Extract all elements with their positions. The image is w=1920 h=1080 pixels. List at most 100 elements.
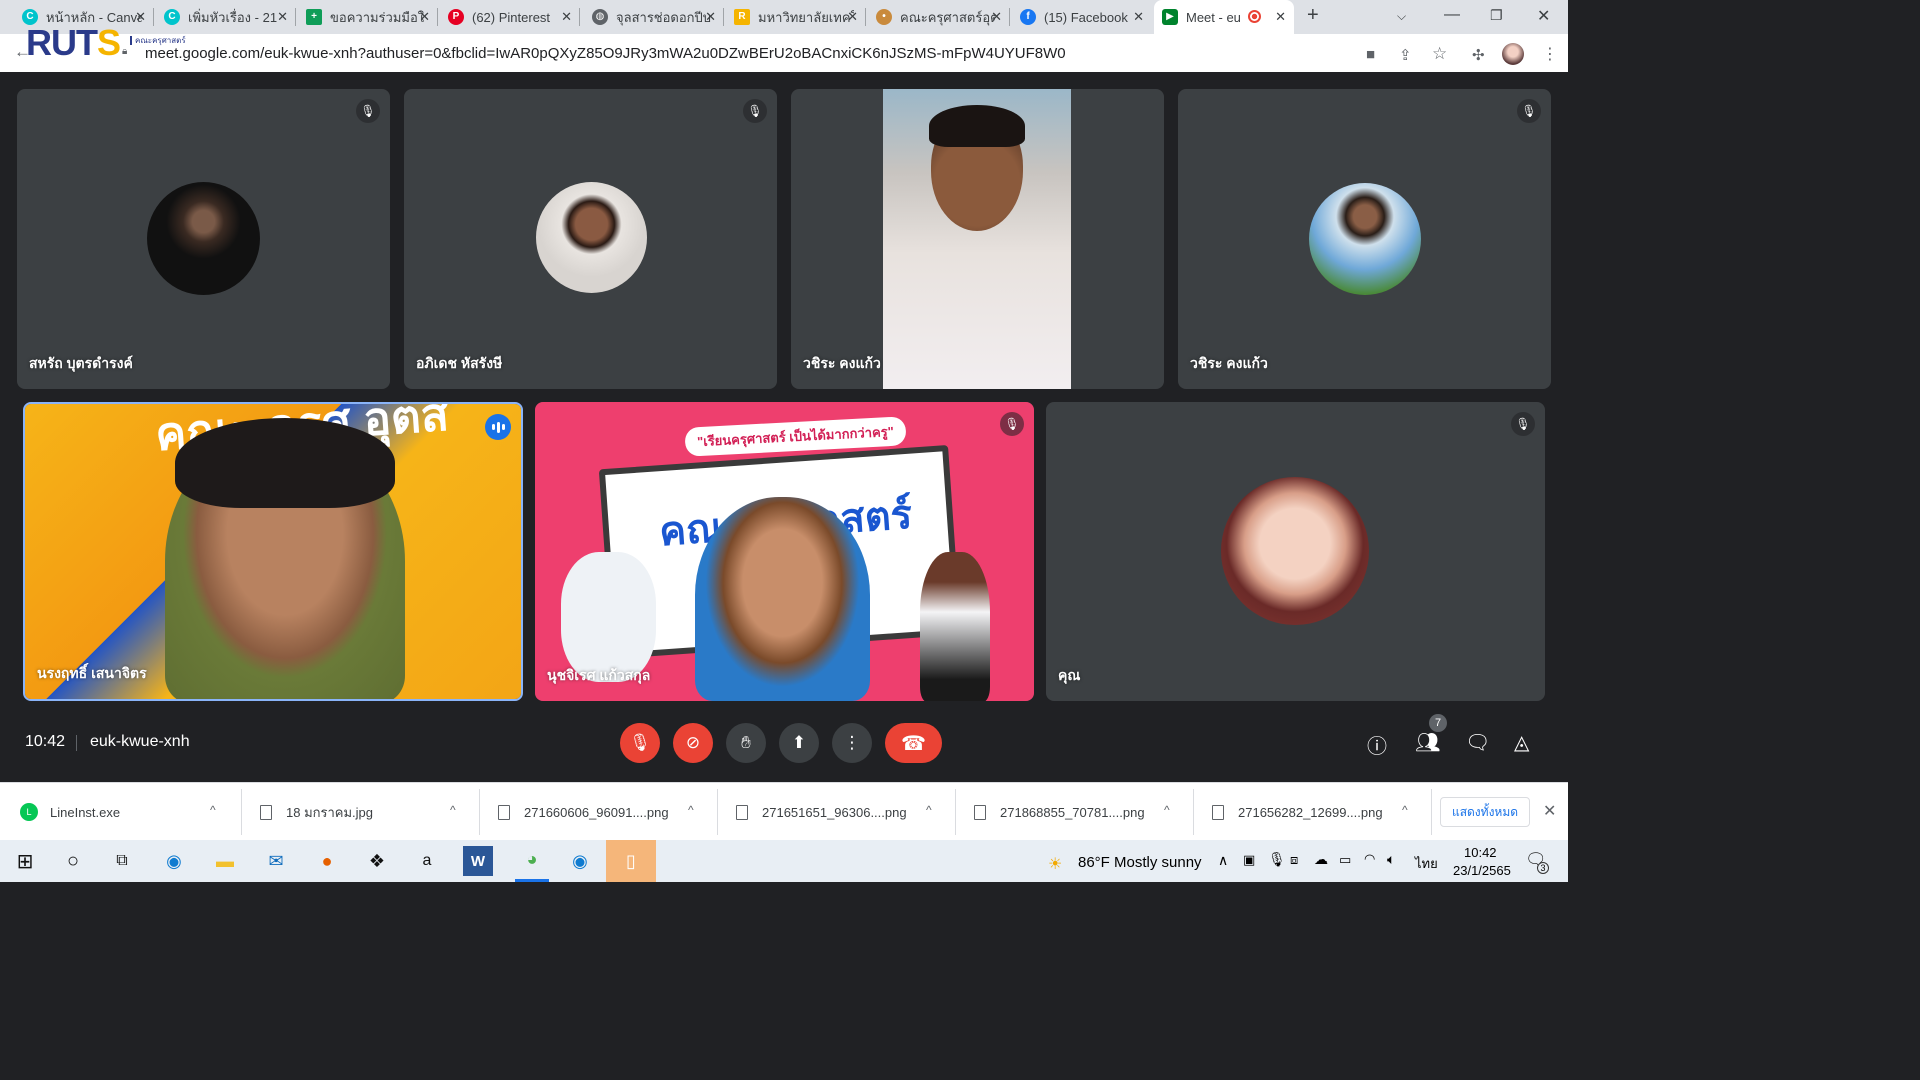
chevron-up-icon[interactable]: ^ <box>1402 803 1408 817</box>
participant-tile[interactable]: "เรียนครุศาสตร์ เป็นได้มากกว่าครู" คณะคร… <box>535 402 1034 701</box>
firefox-icon[interactable]: ● <box>312 846 342 876</box>
mic-toggle-button[interactable]: 🎙︎ <box>620 723 660 763</box>
tab-title: (15) Facebook <box>1044 9 1128 25</box>
onedrive-icon[interactable]: ☁ <box>1314 851 1328 868</box>
taskbar-time[interactable]: 10:42 <box>1464 845 1497 860</box>
download-item[interactable]: 271660606_96091....png ^ <box>498 783 708 841</box>
download-item[interactable]: 18 มกราคม.jpg ^ <box>260 783 470 841</box>
browser-tab[interactable]: f (15) Facebook ✕ <box>1012 0 1152 34</box>
participant-tile[interactable]: 🎙︎ วชิระ คงแก้ว <box>1178 89 1551 389</box>
camera-icon[interactable]: ■ <box>1366 46 1375 63</box>
wifi-icon[interactable]: ◠ <box>1364 851 1375 867</box>
people-count-badge: 7 <box>1429 714 1447 732</box>
dropbox-icon[interactable]: ❖ <box>362 846 392 876</box>
show-all-downloads-button[interactable]: แสดงทั้งหมด <box>1440 797 1530 827</box>
line-app-icon: L <box>20 803 38 821</box>
activities-icon[interactable]: ◬ <box>1514 730 1529 755</box>
speaking-indicator-icon <box>485 414 511 440</box>
amazon-icon[interactable]: a <box>412 846 442 876</box>
close-icon[interactable]: ✕ <box>1133 9 1144 25</box>
battery-icon[interactable]: ▭ <box>1339 852 1351 868</box>
present-button[interactable]: ⬆ <box>779 723 819 763</box>
close-icon[interactable]: ✕ <box>1275 9 1286 25</box>
close-icon[interactable]: ✕ <box>277 9 288 25</box>
download-filename: 271868855_70781....png <box>1000 804 1145 820</box>
participant-tile[interactable]: 🎙︎ อภิเดช หัสรังษี <box>404 89 777 389</box>
close-icon[interactable]: ✕ <box>705 9 716 25</box>
close-shelf-icon[interactable]: ✕ <box>1543 801 1556 821</box>
file-explorer-icon[interactable]: ▬ <box>210 846 240 876</box>
more-options-button[interactable]: ⋮ <box>832 723 872 763</box>
download-item[interactable]: 271656282_12699....png ^ <box>1212 783 1422 841</box>
edge-dev-icon[interactable]: ◉ <box>565 846 595 876</box>
share-icon[interactable]: ⇪ <box>1399 46 1412 64</box>
download-item[interactable]: 271651651_96306....png ^ <box>736 783 946 841</box>
taskbar-date[interactable]: 23/1/2565 <box>1453 863 1511 878</box>
chevron-up-icon[interactable]: ^ <box>450 803 456 817</box>
leave-call-button[interactable]: ☎︎ <box>885 723 942 763</box>
browser-tab[interactable]: • คณะครุศาสตร์อุต ✕ <box>868 0 1010 34</box>
tab-search-icon[interactable]: ⌵ <box>1397 9 1406 24</box>
browser-tab[interactable]: ◍ จุลสารช่อดอกปีบ ✕ <box>584 0 724 34</box>
participant-video: คณะ ครุศ อุตส <box>25 404 521 699</box>
profile-avatar[interactable] <box>1502 43 1524 65</box>
url-field[interactable]: meet.google.com/euk-kwue-xnh?authuser=0&… <box>145 45 1066 62</box>
language-indicator[interactable]: ไทย <box>1415 853 1438 874</box>
notepad-icon[interactable]: ▯ <box>606 840 656 882</box>
chevron-up-icon[interactable]: ^ <box>926 803 932 817</box>
close-icon[interactable]: ✕ <box>419 9 430 25</box>
browser-tab[interactable]: + ขอความร่วมมือใน ✕ <box>298 0 438 34</box>
camera-toggle-button[interactable]: ⊘ <box>673 723 713 763</box>
chevron-up-icon[interactable]: ^ <box>688 803 694 817</box>
close-icon[interactable]: ✕ <box>561 9 572 25</box>
task-view-icon[interactable]: ⧉ <box>107 846 137 876</box>
search-icon[interactable]: ○ <box>58 846 88 876</box>
participant-avatar <box>1221 477 1369 625</box>
meeting-info-icon[interactable]: ⓘ <box>1367 730 1387 759</box>
participant-tile-self[interactable]: 🎙︎ คุณ <box>1046 402 1545 701</box>
maximize-button[interactable]: ❐ <box>1490 7 1503 24</box>
chat-icon[interactable]: 🗨︎ <box>1465 730 1490 755</box>
download-item[interactable]: 271868855_70781....png ^ <box>974 783 1184 841</box>
screen-share-icon[interactable]: ⧈ <box>1290 852 1298 868</box>
participant-name: คุณ <box>1058 667 1081 683</box>
participant-tile[interactable]: วชิระ คงแก้ว <box>791 89 1164 389</box>
people-icon[interactable]: 👥︎ <box>1415 730 1440 755</box>
close-icon[interactable]: ✕ <box>847 9 858 25</box>
windows-start-icon[interactable]: ⊞ <box>10 846 40 876</box>
browser-tab-active[interactable]: ▶ Meet - eu ✕ <box>1154 0 1294 34</box>
download-item[interactable]: L LineInst.exe ^ <box>20 783 230 841</box>
browser-tab[interactable]: P (62) Pinterest ✕ <box>440 0 580 34</box>
raise-hand-button[interactable]: ✋︎ <box>726 723 766 763</box>
extensions-icon[interactable]: ✣ <box>1472 46 1485 64</box>
window-close-button[interactable]: ✕ <box>1537 6 1550 26</box>
weather-text[interactable]: 86°F Mostly sunny <box>1078 854 1202 871</box>
word-icon[interactable]: W <box>463 846 493 876</box>
bookmark-star-icon[interactable]: ☆ <box>1432 44 1447 64</box>
browser-tab[interactable]: C เพิ่มหัวเรื่อง - 21 ✕ <box>156 0 296 34</box>
participant-video <box>883 89 1071 389</box>
chevron-up-icon[interactable]: ^ <box>1164 803 1170 817</box>
chevron-up-icon[interactable]: ^ <box>210 803 216 817</box>
minimize-button[interactable]: — <box>1444 6 1460 24</box>
participant-tile[interactable]: 🎙︎ สหรัถ บุตรดำรงค์ <box>17 89 390 389</box>
tab-title: คณะครุศาสตร์อุต <box>900 9 996 25</box>
lock-icon[interactable]: 🔒︎ <box>122 46 127 57</box>
browser-tab[interactable]: R มหาวิทยาลัยเทคโ ✕ <box>726 0 866 34</box>
volume-icon[interactable]: 🔈︎ <box>1387 851 1395 868</box>
chevron-up-icon[interactable]: ∧ <box>1218 852 1228 869</box>
microphone-icon[interactable]: 🎙︎ <box>1268 851 1286 868</box>
downloads-shelf: L LineInst.exe ^ 18 มกราคม.jpg ^ 2716606… <box>0 782 1568 840</box>
participant-tile-speaking[interactable]: คณะ ครุศ อุตส นรงฤทธิ์ เสนาจิตร <box>23 402 523 701</box>
muted-mic-icon: 🎙︎ <box>1517 99 1541 123</box>
mail-icon[interactable]: ✉ <box>261 846 291 876</box>
menu-icon[interactable]: ⋮ <box>1542 44 1558 64</box>
edge-icon[interactable]: ◉ <box>159 846 189 876</box>
new-tab-button[interactable]: + <box>1307 4 1319 27</box>
meet-tray-icon[interactable]: ▣ <box>1243 852 1255 868</box>
chrome-icon[interactable]: ◕ <box>515 840 549 882</box>
more-vert-icon: ⋮ <box>843 733 861 752</box>
close-icon[interactable]: ✕ <box>135 9 146 25</box>
download-filename: LineInst.exe <box>50 804 121 820</box>
close-icon[interactable]: ✕ <box>991 9 1002 25</box>
